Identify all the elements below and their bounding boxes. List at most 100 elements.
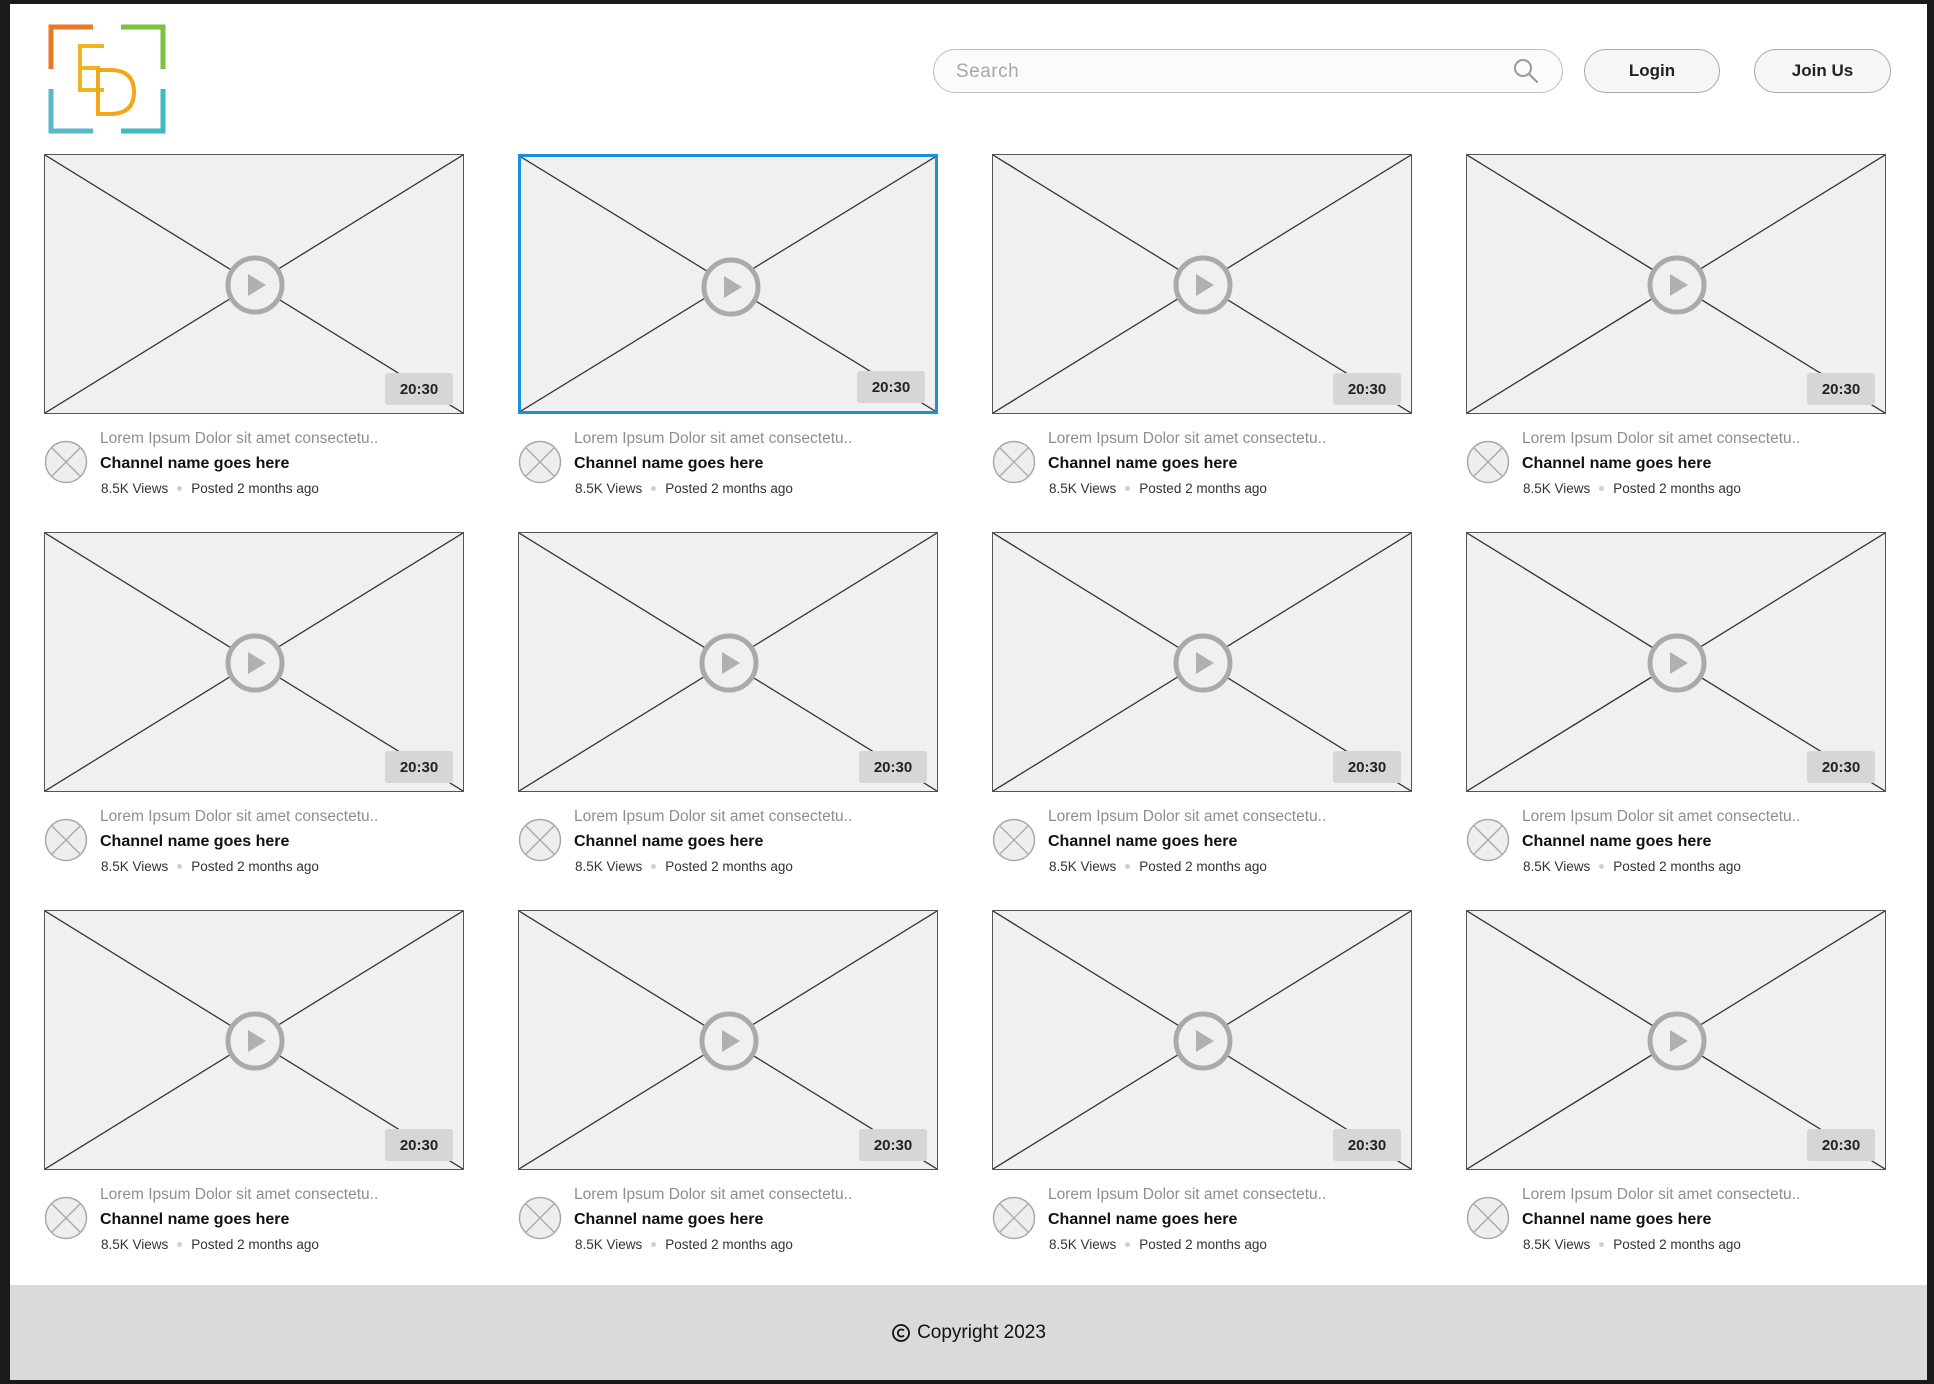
video-title[interactable]: Lorem Ipsum Dolor sit amet consectetu..: [100, 430, 450, 448]
search-icon[interactable]: [1512, 57, 1540, 85]
video-card[interactable]: 20:30 Lorem Ipsum Dolor sit amet consect…: [1466, 532, 1886, 892]
video-title[interactable]: Lorem Ipsum Dolor sit amet consectetu..: [100, 1186, 450, 1204]
login-button[interactable]: Login: [1584, 49, 1720, 93]
play-icon[interactable]: [700, 256, 762, 318]
view-count: 8.5K Views: [101, 481, 169, 496]
channel-name[interactable]: Channel name goes here: [1048, 455, 1237, 473]
view-count: 8.5K Views: [1523, 859, 1591, 874]
video-meta: Lorem Ipsum Dolor sit amet consectetu.. …: [1466, 804, 1886, 884]
channel-avatar-icon[interactable]: [1466, 1196, 1510, 1240]
play-icon[interactable]: [1172, 254, 1234, 316]
video-thumbnail[interactable]: 20:30: [1466, 532, 1886, 792]
video-stats: 8.5K Views Posted 2 months ago: [101, 1237, 319, 1252]
play-icon[interactable]: [224, 254, 286, 316]
video-thumbnail[interactable]: 20:30: [518, 154, 938, 414]
channel-avatar-icon[interactable]: [518, 818, 562, 862]
play-icon[interactable]: [1646, 254, 1708, 316]
channel-avatar-icon[interactable]: [1466, 818, 1510, 862]
channel-name[interactable]: Channel name goes here: [100, 455, 289, 473]
play-icon[interactable]: [1172, 632, 1234, 694]
channel-avatar-icon[interactable]: [44, 1196, 88, 1240]
duration-badge: 20:30: [385, 751, 453, 783]
video-card[interactable]: 20:30 Lorem Ipsum Dolor sit amet consect…: [44, 532, 464, 892]
video-title[interactable]: Lorem Ipsum Dolor sit amet consectetu..: [574, 1186, 924, 1204]
video-card[interactable]: 20:30 Lorem Ipsum Dolor sit amet consect…: [992, 532, 1412, 892]
channel-name[interactable]: Channel name goes here: [1048, 1211, 1237, 1229]
posted-time: Posted 2 months ago: [191, 481, 319, 496]
play-icon[interactable]: [698, 1010, 760, 1072]
view-count: 8.5K Views: [1049, 1237, 1117, 1252]
video-title[interactable]: Lorem Ipsum Dolor sit amet consectetu..: [100, 808, 450, 826]
video-title[interactable]: Lorem Ipsum Dolor sit amet consectetu..: [574, 430, 924, 448]
channel-name[interactable]: Channel name goes here: [1522, 833, 1711, 851]
channel-avatar-icon[interactable]: [518, 1196, 562, 1240]
separator-dot: [177, 486, 183, 491]
channel-name[interactable]: Channel name goes here: [1522, 455, 1711, 473]
video-card[interactable]: 20:30 Lorem Ipsum Dolor sit amet consect…: [518, 154, 938, 514]
channel-avatar-icon[interactable]: [992, 818, 1036, 862]
video-thumbnail[interactable]: 20:30: [44, 154, 464, 414]
video-card[interactable]: 20:30 Lorem Ipsum Dolor sit amet consect…: [518, 910, 938, 1270]
video-card[interactable]: 20:30 Lorem Ipsum Dolor sit amet consect…: [44, 154, 464, 514]
view-count: 8.5K Views: [575, 1237, 643, 1252]
video-thumbnail[interactable]: 20:30: [1466, 154, 1886, 414]
play-icon[interactable]: [698, 632, 760, 694]
channel-name[interactable]: Channel name goes here: [100, 1211, 289, 1229]
video-title[interactable]: Lorem Ipsum Dolor sit amet consectetu..: [574, 808, 924, 826]
video-meta: Lorem Ipsum Dolor sit amet consectetu.. …: [518, 426, 938, 506]
channel-avatar-icon[interactable]: [992, 440, 1036, 484]
video-title[interactable]: Lorem Ipsum Dolor sit amet consectetu..: [1522, 808, 1872, 826]
video-thumbnail[interactable]: 20:30: [992, 532, 1412, 792]
video-thumbnail[interactable]: 20:30: [992, 910, 1412, 1170]
play-icon[interactable]: [224, 1010, 286, 1072]
video-meta: Lorem Ipsum Dolor sit amet consectetu.. …: [992, 1182, 1412, 1262]
play-icon[interactable]: [1646, 1010, 1708, 1072]
channel-name[interactable]: Channel name goes here: [574, 1211, 763, 1229]
video-card[interactable]: 20:30 Lorem Ipsum Dolor sit amet consect…: [1466, 154, 1886, 514]
video-title[interactable]: Lorem Ipsum Dolor sit amet consectetu..: [1048, 1186, 1398, 1204]
video-card[interactable]: 20:30 Lorem Ipsum Dolor sit amet consect…: [44, 910, 464, 1270]
video-thumbnail[interactable]: 20:30: [44, 532, 464, 792]
play-icon[interactable]: [1646, 632, 1708, 694]
video-card[interactable]: 20:30 Lorem Ipsum Dolor sit amet consect…: [1466, 910, 1886, 1270]
separator-dot: [177, 1242, 183, 1247]
channel-name[interactable]: Channel name goes here: [100, 833, 289, 851]
video-card[interactable]: 20:30 Lorem Ipsum Dolor sit amet consect…: [992, 910, 1412, 1270]
posted-time: Posted 2 months ago: [1139, 481, 1267, 496]
search-bar[interactable]: [933, 49, 1563, 93]
copyright-text: Copyright 2023: [917, 1321, 1046, 1343]
video-meta: Lorem Ipsum Dolor sit amet consectetu.. …: [1466, 1182, 1886, 1262]
video-thumbnail[interactable]: 20:30: [44, 910, 464, 1170]
channel-name[interactable]: Channel name goes here: [1048, 833, 1237, 851]
channel-avatar-icon[interactable]: [518, 440, 562, 484]
video-card[interactable]: 20:30 Lorem Ipsum Dolor sit amet consect…: [992, 154, 1412, 514]
page: Login Join Us 20:30 Lorem Ipsum Dolor si…: [10, 4, 1927, 1380]
channel-name[interactable]: Channel name goes here: [574, 833, 763, 851]
video-title[interactable]: Lorem Ipsum Dolor sit amet consectetu..: [1048, 808, 1398, 826]
channel-avatar-icon[interactable]: [44, 818, 88, 862]
video-stats: 8.5K Views Posted 2 months ago: [101, 481, 319, 496]
view-count: 8.5K Views: [1523, 1237, 1591, 1252]
video-thumbnail[interactable]: 20:30: [518, 910, 938, 1170]
channel-name[interactable]: Channel name goes here: [574, 455, 763, 473]
video-title[interactable]: Lorem Ipsum Dolor sit amet consectetu..: [1522, 1186, 1872, 1204]
join-us-button[interactable]: Join Us: [1754, 49, 1891, 93]
channel-avatar-icon[interactable]: [44, 440, 88, 484]
video-thumbnail[interactable]: 20:30: [1466, 910, 1886, 1170]
site-logo[interactable]: [48, 24, 166, 134]
channel-name[interactable]: Channel name goes here: [1522, 1211, 1711, 1229]
search-input[interactable]: [954, 50, 1498, 93]
channel-avatar-icon[interactable]: [1466, 440, 1510, 484]
video-title[interactable]: Lorem Ipsum Dolor sit amet consectetu..: [1522, 430, 1872, 448]
video-meta: Lorem Ipsum Dolor sit amet consectetu.. …: [518, 804, 938, 884]
view-count: 8.5K Views: [1049, 859, 1117, 874]
video-title[interactable]: Lorem Ipsum Dolor sit amet consectetu..: [1048, 430, 1398, 448]
video-card[interactable]: 20:30 Lorem Ipsum Dolor sit amet consect…: [518, 532, 938, 892]
play-icon[interactable]: [224, 632, 286, 694]
posted-time: Posted 2 months ago: [1613, 859, 1741, 874]
channel-avatar-icon[interactable]: [992, 1196, 1036, 1240]
video-thumbnail[interactable]: 20:30: [992, 154, 1412, 414]
video-thumbnail[interactable]: 20:30: [518, 532, 938, 792]
duration-badge: 20:30: [385, 373, 453, 405]
play-icon[interactable]: [1172, 1010, 1234, 1072]
